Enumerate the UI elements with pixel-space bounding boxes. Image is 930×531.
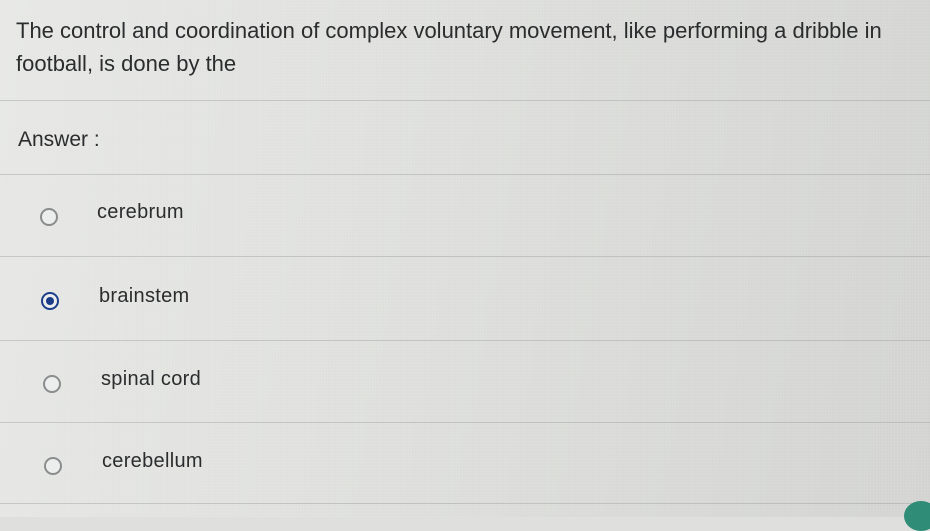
divider (0, 174, 930, 175)
divider (0, 256, 930, 257)
radio-button[interactable] (40, 208, 58, 226)
option-cerebrum[interactable]: cerebrum (0, 182, 930, 242)
divider (0, 340, 930, 341)
question-text: The control and coordination of complex … (16, 18, 882, 76)
radio-button[interactable] (43, 375, 61, 393)
corner-badge (904, 501, 930, 531)
divider (0, 422, 930, 423)
answer-label: Answer : (18, 128, 100, 151)
option-label: cerebellum (102, 450, 203, 472)
radio-button[interactable] (44, 457, 62, 475)
divider (0, 100, 930, 101)
divider (0, 503, 930, 504)
option-cerebellum[interactable]: cerebellum (0, 431, 930, 491)
quiz-screen: The control and coordination of complex … (0, 0, 930, 531)
option-label: cerebrum (97, 201, 184, 223)
option-label: brainstem (99, 285, 190, 307)
option-label: spinal cord (101, 368, 202, 390)
radio-button-selected[interactable] (41, 292, 59, 310)
option-brainstem[interactable]: brainstem (0, 266, 930, 326)
option-spinal-cord[interactable]: spinal cord (0, 349, 930, 409)
